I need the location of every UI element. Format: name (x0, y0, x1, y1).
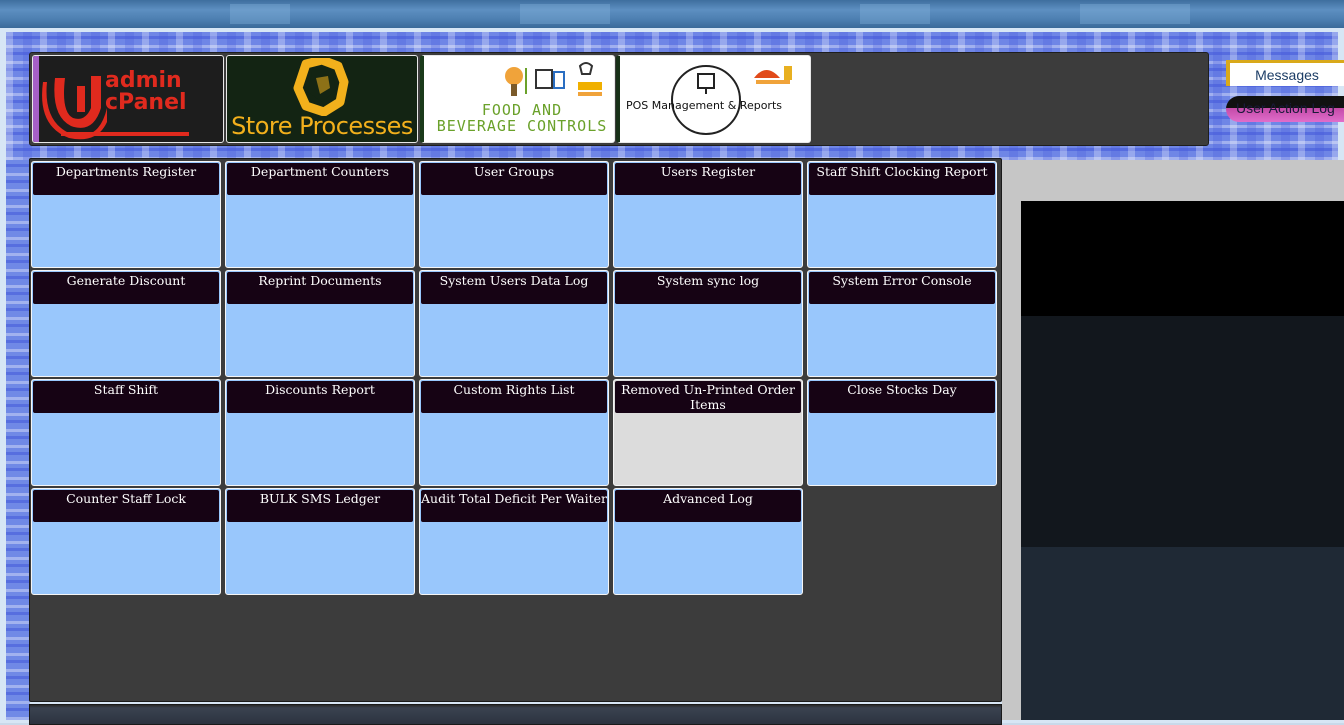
messages-button[interactable]: Messages (1226, 60, 1344, 86)
store-processes-logo[interactable]: Store Processes (226, 55, 418, 143)
tile-label: Users Register (615, 163, 801, 195)
user-action-log-button[interactable]: User Action Log (1226, 96, 1344, 122)
tile-label: System Users Data Log (421, 272, 607, 304)
tile-system-error-console[interactable]: System Error Console (807, 270, 997, 377)
tile-removed-unprinted-order-items[interactable]: Removed Un-Printed Order Items (613, 379, 803, 486)
admin-cpanel-icon (42, 76, 108, 140)
bottom-status-strip (29, 704, 1002, 725)
tile-audit-total-deficit-per-waiter[interactable]: Audit Total Deficit Per Waiter (419, 488, 609, 595)
tile-label: Generate Discount (33, 272, 219, 304)
tile-staff-shift-clocking-report[interactable]: Staff Shift Clocking Report (807, 161, 997, 268)
fnb-logo-line1: FOOD AND (481, 101, 563, 119)
tile-label: Staff Shift Clocking Report (809, 163, 995, 195)
cube-puzzle-icon (293, 58, 349, 116)
food-beverage-controls-logo[interactable]: FOOD AND BEVERAGE CONTROLS (420, 55, 615, 143)
preview-band-bottom (1021, 547, 1344, 720)
food-beverage-logo-text: FOOD AND BEVERAGE CONTROLS (434, 102, 610, 134)
tile-user-groups[interactable]: User Groups (419, 161, 609, 268)
pos-management-logo[interactable]: POS Management & Reports (616, 55, 811, 143)
tile-label: Staff Shift (33, 381, 219, 413)
tile-label: Custom Rights List (421, 381, 607, 413)
admin-cpanel-logo[interactable]: admin cPanel (32, 55, 224, 143)
admin-logo-underline (61, 132, 189, 136)
logo-accent-strip (33, 56, 39, 142)
store-processes-logo-text: Store Processes (231, 112, 413, 140)
tile-label: Reprint Documents (227, 272, 413, 304)
preview-band-top (1021, 201, 1344, 316)
food-beverage-icon (505, 62, 602, 96)
tile-advanced-log[interactable]: Advanced Log (613, 488, 803, 595)
tile-departments-register[interactable]: Departments Register (31, 161, 221, 268)
window-titlebar (0, 0, 1344, 28)
admin-logo-line1: admin (105, 68, 182, 93)
admin-cpanel-logo-text: admin cPanel (105, 70, 187, 114)
preview-panel (1021, 201, 1344, 720)
tile-label: System sync log (615, 272, 801, 304)
tile-reprint-documents[interactable]: Reprint Documents (225, 270, 415, 377)
tile-system-users-data-log[interactable]: System Users Data Log (419, 270, 609, 377)
tile-label: Audit Total Deficit Per Waiter (421, 490, 607, 522)
module-logo-bar: admin cPanel Store Processes FOOD AND BE… (29, 52, 1209, 146)
fnb-logo-line2: BEVERAGE CONTROLS (436, 117, 608, 135)
tile-label: Counter Staff Lock (33, 490, 219, 522)
tile-label: System Error Console (809, 272, 995, 304)
tile-counter-staff-lock[interactable]: Counter Staff Lock (31, 488, 221, 595)
tile-label: Department Counters (227, 163, 413, 195)
tile-label: Close Stocks Day (809, 381, 995, 413)
tile-department-counters[interactable]: Department Counters (225, 161, 415, 268)
tile-bulk-sms-ledger[interactable]: BULK SMS Ledger (225, 488, 415, 595)
tile-close-stocks-day[interactable]: Close Stocks Day (807, 379, 997, 486)
tile-label: Departments Register (33, 163, 219, 195)
tile-label: BULK SMS Ledger (227, 490, 413, 522)
preview-band-middle (1021, 316, 1344, 547)
admin-logo-line2: cPanel (105, 90, 187, 115)
tile-label: Advanced Log (615, 490, 801, 522)
left-background-pattern (6, 160, 30, 720)
tile-system-sync-log[interactable]: System sync log (613, 270, 803, 377)
tile-label: Removed Un-Printed Order Items (615, 381, 801, 413)
tile-staff-shift[interactable]: Staff Shift (31, 379, 221, 486)
tile-generate-discount[interactable]: Generate Discount (31, 270, 221, 377)
tile-users-register[interactable]: Users Register (613, 161, 803, 268)
tile-custom-rights-list[interactable]: Custom Rights List (419, 379, 609, 486)
tile-label: Discounts Report (227, 381, 413, 413)
tile-label: User Groups (421, 163, 607, 195)
pos-management-logo-text: POS Management & Reports (626, 99, 782, 112)
tile-discounts-report[interactable]: Discounts Report (225, 379, 415, 486)
